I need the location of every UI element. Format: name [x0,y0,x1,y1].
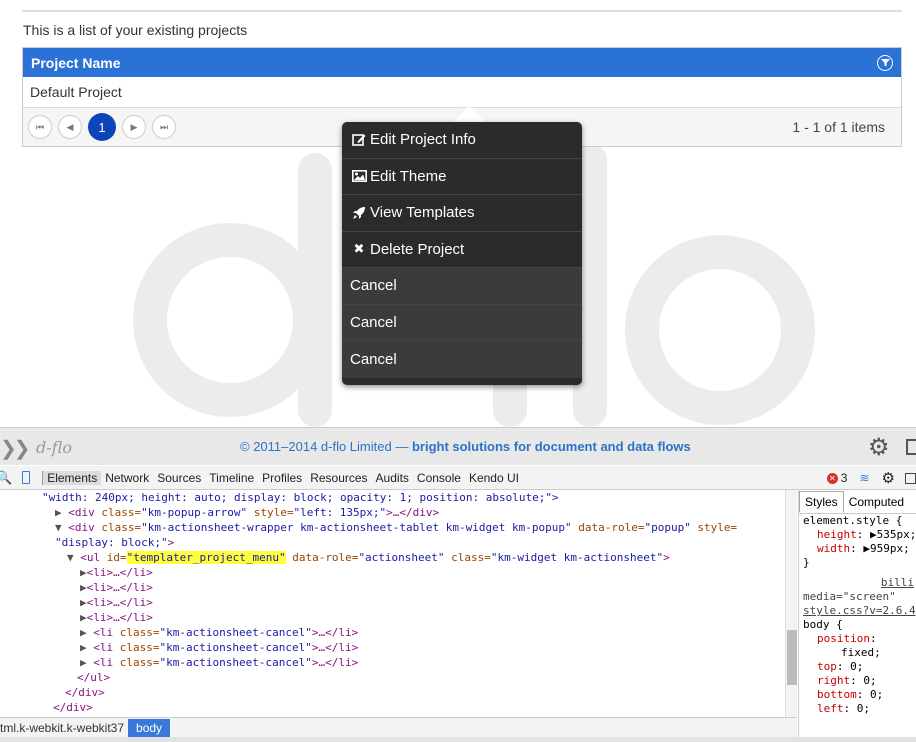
code-line[interactable]: ▼ <ul id="templater_project_menu" data-r… [0,550,797,565]
popup-arrow [453,106,485,122]
undock-icon[interactable] [905,472,916,484]
menu-item-cancel[interactable]: Cancel [342,268,582,305]
code-line[interactable]: </div> [0,685,797,700]
style-rule[interactable]: top: 0; [799,660,916,674]
style-rule[interactable]: right: 0; [799,674,916,688]
scrollbar-thumb[interactable] [787,630,797,685]
chevron-double-icon[interactable]: ❯❯ [0,436,30,461]
top-divider [22,10,902,12]
close-icon: ✖ [353,241,365,257]
image-icon [350,170,368,183]
tab-kendo-ui[interactable]: Kendo UI [465,471,523,485]
tab-styles[interactable]: Styles [799,491,844,512]
menu-item-edit-theme[interactable]: Edit Theme [342,159,582,195]
menu-item-view-templates[interactable]: View Templates [342,195,582,232]
error-count[interactable]: 3 [841,471,848,485]
element-style-selector: element.style { [803,514,903,527]
style-rule[interactable]: left: 0; [799,702,916,716]
devtools-bottom-edge [0,737,916,742]
code-line[interactable]: ▶<li>…</li> [0,580,797,595]
code-line[interactable]: ▶ <li class="km-actionsheet-cancel">…</l… [0,625,797,640]
style-rule[interactable]: bottom: 0; [799,688,916,702]
tab-profiles[interactable]: Profiles [258,471,306,485]
next-page-icon[interactable]: ▶ [122,115,146,139]
styles-pane: Styles Computed element.style { height: … [798,490,916,742]
style-rule[interactable]: position: [799,632,916,646]
stylesheet-link[interactable]: style.css?v=2.6.4 [799,604,916,618]
elements-scrollbar[interactable] [785,490,797,717]
code-line[interactable]: "display: block;"> [0,535,797,550]
app-root: This is a list of your existing projects… [0,0,916,742]
billing-link[interactable]: billi [799,576,916,590]
media-query: media="screen" [803,590,896,603]
code-line[interactable]: ▼ <div class="km-actionsheet-wrapper km-… [0,520,797,535]
project-action-sheet: Edit Project Info Edit Theme View Templa… [342,122,582,385]
menu-item-cancel[interactable]: Cancel [342,341,582,378]
console-drawer-icon[interactable]: ≋ [859,471,869,485]
dock-icon[interactable] [906,439,916,455]
pager-info: 1 - 1 of 1 items [792,119,885,135]
style-value: fixed; [841,646,881,659]
code-line[interactable]: ▶<li>…</li> [0,565,797,580]
column-header-project-name[interactable]: Project Name [31,55,120,71]
code-line[interactable]: ▶ <li class="km-actionsheet-cancel">…</l… [0,655,797,670]
menu-item-delete-project[interactable]: ✖ Delete Project [342,232,582,268]
intro-text: This is a list of your existing projects [23,22,248,38]
tab-elements[interactable]: Elements [42,470,102,485]
first-page-icon[interactable]: ⏮ [28,115,52,139]
rule-close: } [803,556,810,569]
search-icon[interactable]: 🔍 [0,470,12,486]
device-mode-icon[interactable] [22,471,31,484]
code-line[interactable]: "width: 240px; height: auto; display: bl… [0,490,797,505]
code-line[interactable]: ▶ <li class="km-actionsheet-cancel">…</l… [0,640,797,655]
menu-item-label: Edit Project Info [370,131,476,149]
body-selector: body { [803,618,843,631]
table-row[interactable]: Default Project [23,77,901,108]
rocket-icon [350,206,368,220]
tab-network[interactable]: Network [101,471,153,485]
grid-header: Project Name [23,48,901,77]
copyright-text: © 2011–2014 d-flo Limited — bright solut… [240,439,691,454]
settings-gear-icon[interactable]: ⚙ [882,469,895,487]
style-rule[interactable]: height: ▶535px; [799,528,916,542]
edit-icon [350,133,368,147]
last-page-icon[interactable]: ⏭ [152,115,176,139]
prev-page-icon[interactable]: ◀ [58,115,82,139]
style-rule[interactable]: width: ▶959px; [799,542,916,556]
menu-item-cancel[interactable]: Cancel [342,304,582,341]
tab-resources[interactable]: Resources [306,471,371,485]
breadcrumb-item[interactable]: tml.k-webkit.k-webkit37 [0,721,128,735]
code-line[interactable]: ▶ <div class="km-popup-arrow" style="lef… [0,505,797,520]
tab-console[interactable]: Console [413,471,465,485]
filter-icon[interactable] [877,54,893,71]
devtools-tab-bar: 🔍 Elements Network Sources Timeline Prof… [0,466,916,490]
project-name-cell: Default Project [30,84,122,100]
error-icon[interactable]: ✕ [826,472,838,484]
breadcrumb: tml.k-webkit.k-webkit37 body [0,717,797,737]
devtools-banner: ❯❯ d-flo © 2011–2014 d-flo Limited — bri… [0,427,916,465]
menu-item-label: Edit Theme [370,167,447,185]
menu-item-edit-project-info[interactable]: Edit Project Info [342,122,582,159]
tab-computed[interactable]: Computed [844,492,909,512]
elements-panel: "width: 240px; height: auto; display: bl… [0,490,797,717]
gear-icon[interactable]: ⚙ [868,436,890,460]
code-line[interactable]: ▶<li>…</li> [0,610,797,625]
code-line[interactable]: </div> [0,700,797,715]
current-page-button[interactable]: 1 [88,113,116,141]
tab-sources[interactable]: Sources [153,471,205,485]
breadcrumb-item-active[interactable]: body [128,718,171,737]
menu-item-label: Delete Project [370,240,465,258]
code-line[interactable]: </ul> [0,670,797,685]
code-line[interactable]: ▶<li>…</li> [0,595,797,610]
d-flo-logo: d-flo [36,438,72,457]
styles-tabs: Styles Computed [799,490,916,514]
devtools-right-controls: ✕ 3 ≋ ⚙ [826,466,916,490]
tab-timeline[interactable]: Timeline [205,471,258,485]
menu-item-label: View Templates [370,204,475,222]
tab-audits[interactable]: Audits [372,471,413,485]
